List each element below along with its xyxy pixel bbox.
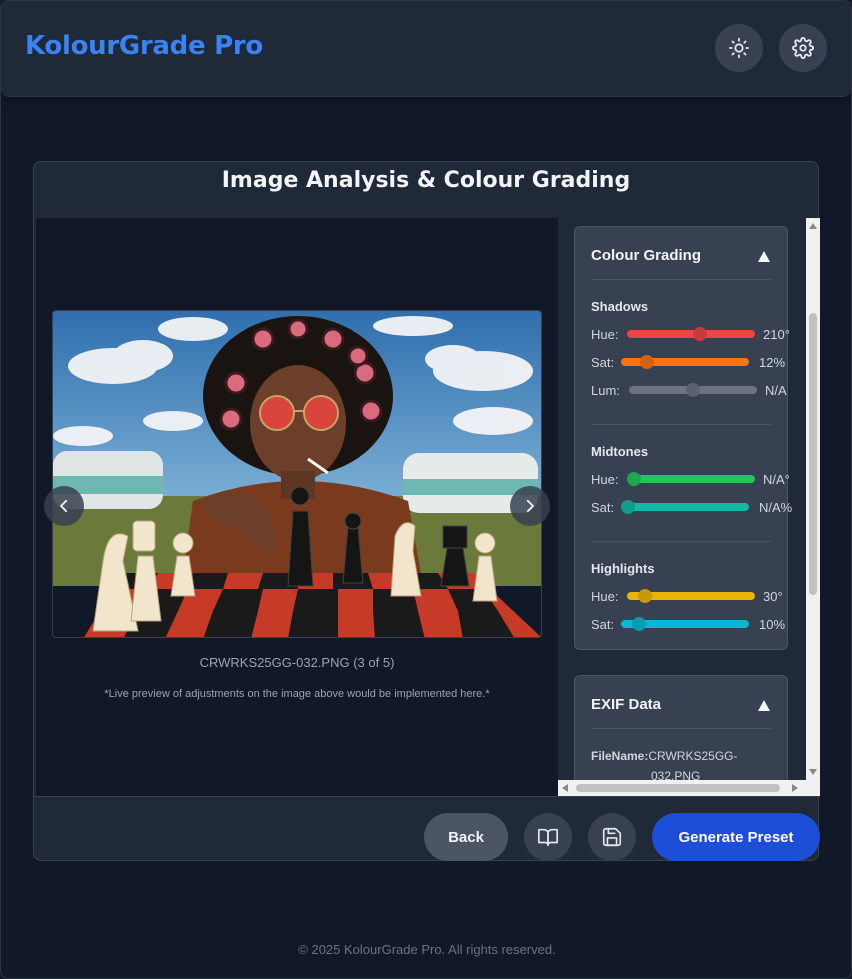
divider: [591, 424, 771, 425]
divider: [591, 728, 771, 729]
exif-title: EXIF Data: [591, 696, 662, 713]
shadows-lum-label: Lum:: [591, 383, 620, 398]
chevron-right-icon: [526, 499, 534, 513]
book-open-icon: [538, 828, 558, 847]
image-preview-pane: CRWRKS25GG-032.PNG (3 of 5) *Live previe…: [36, 218, 558, 796]
highlights-sat-slider[interactable]: [621, 617, 749, 631]
collapse-exif-icon[interactable]: [758, 700, 770, 711]
scroll-left-icon[interactable]: [562, 784, 568, 792]
preview-image[interactable]: [52, 310, 542, 638]
colour-grading-panel: Colour Grading Shadows Hue: 210° Sat: 12…: [574, 226, 792, 650]
scroll-right-icon[interactable]: [792, 784, 798, 792]
chevron-left-icon: [60, 499, 68, 513]
app-header: KolourGrade Pro: [1, 1, 851, 97]
adjustments-scroll-pane[interactable]: Colour Grading Shadows Hue: 210° Sat: 12…: [558, 218, 820, 796]
highlights-hue-slider[interactable]: [627, 589, 755, 603]
vertical-scrollbar[interactable]: [806, 218, 820, 780]
midtones-hue-value: N/A°: [763, 472, 790, 487]
shadows-sat-slider[interactable]: [621, 355, 749, 369]
app-window: KolourGrade Pro Image Analysis & Colour …: [0, 0, 852, 979]
shadows-sat-label: Sat:: [591, 355, 615, 370]
midtones-sat-slider[interactable]: [621, 500, 749, 514]
action-bar: Back Generate Preset: [34, 796, 820, 862]
slider-knob[interactable]: [621, 500, 635, 514]
midtones-hue-slider[interactable]: [627, 472, 755, 486]
slider-knob[interactable]: [693, 327, 708, 341]
slider-knob[interactable]: [640, 355, 655, 369]
colour-grading-title: Colour Grading: [591, 247, 701, 264]
preview-note: *Live preview of adjustments on the imag…: [104, 688, 490, 700]
settings-button[interactable]: [779, 24, 827, 72]
scroll-down-icon[interactable]: [809, 769, 817, 775]
shadows-hue-label: Hue:: [591, 327, 619, 342]
slider-knob[interactable]: [686, 383, 700, 397]
shadows-lum-value: N/A: [765, 383, 787, 398]
generate-preset-button[interactable]: Generate Preset: [652, 813, 820, 861]
exif-filename: FileName:CRWRKS25GG-: [591, 746, 738, 766]
image-caption: CRWRKS25GG-032.PNG (3 of 5): [199, 655, 395, 670]
theme-toggle-button[interactable]: [715, 24, 763, 72]
exif-panel: EXIF Data FileName:CRWRKS25GG- 032.PNG: [574, 675, 788, 796]
shadows-hue-value: 210°: [763, 327, 790, 342]
highlights-hue-label: Hue:: [591, 589, 619, 604]
save-button[interactable]: [588, 813, 636, 861]
shadows-hue-slider[interactable]: [627, 327, 755, 341]
exif-filename-label: FileName:: [591, 749, 649, 763]
horizontal-scroll-thumb[interactable]: [576, 784, 780, 792]
midtones-sat-value: N/A%: [759, 500, 793, 515]
next-image-button[interactable]: [510, 486, 550, 526]
save-icon: [602, 827, 622, 847]
midtones-sat-label: Sat:: [591, 500, 615, 515]
highlights-sat-value: 10%: [759, 617, 786, 632]
midtones-title: Midtones: [591, 444, 649, 459]
midtones-hue-label: Hue:: [591, 472, 619, 487]
card-title: Image Analysis & Colour Grading: [221, 168, 631, 193]
gear-icon: [792, 37, 814, 59]
slider-knob[interactable]: [638, 589, 653, 603]
divider: [591, 279, 771, 280]
highlights-sat-label: Sat:: [591, 617, 615, 632]
guide-button[interactable]: [524, 813, 572, 861]
back-button[interactable]: Back: [424, 813, 508, 861]
divider: [591, 541, 771, 542]
previous-image-button[interactable]: [44, 486, 84, 526]
highlights-hue-value: 30°: [763, 589, 783, 604]
analysis-card: Image Analysis & Colour Grading CRWRKS25…: [33, 161, 820, 862]
vertical-scroll-thumb[interactable]: [809, 313, 817, 595]
shadows-lum-slider[interactable]: [629, 383, 757, 397]
collapse-colour-grading-icon[interactable]: [758, 251, 770, 262]
scroll-up-icon[interactable]: [809, 223, 817, 229]
shadows-title: Shadows: [591, 299, 649, 314]
brand-logo[interactable]: KolourGrade Pro: [25, 31, 263, 61]
highlights-title: Highlights: [591, 561, 655, 576]
sun-icon: [728, 37, 750, 59]
slider-knob[interactable]: [632, 617, 647, 631]
preview-photo-illustration: [53, 311, 541, 637]
page-footer: © 2025 KolourGrade Pro. All rights reser…: [298, 942, 556, 957]
horizontal-scrollbar[interactable]: [558, 780, 820, 796]
shadows-sat-value: 12%: [759, 355, 786, 370]
exif-filename-value: CRWRKS25GG-: [648, 749, 738, 763]
slider-knob[interactable]: [627, 472, 641, 486]
